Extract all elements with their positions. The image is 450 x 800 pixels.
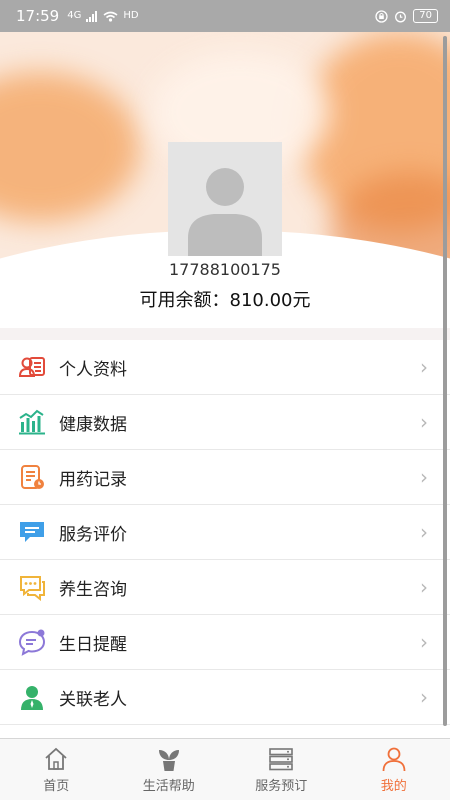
lock-rotation-icon (375, 9, 388, 23)
menu-item-personal-info[interactable]: 个人资料 › (0, 340, 450, 395)
menu-item-linked-elder[interactable]: 关联老人 › (0, 670, 450, 725)
available-balance: 可用余额：810.00元 (139, 290, 311, 311)
profile-header: 17788100175 可用余额：810.00元 (0, 32, 450, 328)
menu-item-medication-record[interactable]: 用药记录 › (0, 450, 450, 505)
signal-icon (86, 10, 98, 22)
default-avatar-icon (168, 142, 282, 256)
bottom-tab-bar: 首页 生活帮助 服务预订 我的 (0, 738, 450, 800)
menu-item-label: 个人资料 (59, 359, 127, 380)
home-icon (43, 746, 69, 772)
battery-level: 70 (413, 9, 438, 23)
profile-menu: 个人资料 › 健康数据 › 用药记录 › 服务评价 › 养生咨询 › 生日提醒 … (0, 340, 450, 725)
status-time: 17:59 (16, 7, 60, 25)
chevron-right-icon: › (420, 575, 428, 599)
alarm-icon (395, 11, 407, 22)
review-chat-icon (18, 518, 46, 546)
status-bar: 17:59 4G HD 70 (0, 0, 450, 32)
avatar[interactable] (168, 142, 282, 256)
birthday-bubble-icon (18, 628, 46, 656)
chevron-right-icon: › (420, 630, 428, 654)
tab-label: 生活帮助 (142, 778, 195, 794)
menu-item-wellness-consult[interactable]: 养生咨询 › (0, 560, 450, 615)
status-right: 70 (375, 9, 438, 23)
hd-indicator: HD (123, 10, 139, 21)
tab-service-booking[interactable]: 服务预订 (225, 739, 338, 800)
wifi-icon (103, 11, 118, 22)
status-left: 17:59 4G HD (16, 7, 139, 25)
section-divider (0, 328, 450, 340)
chevron-right-icon: › (420, 685, 428, 709)
medication-record-icon (18, 463, 46, 491)
chevron-right-icon: › (420, 355, 428, 379)
menu-item-birthday-reminder[interactable]: 生日提醒 › (0, 615, 450, 670)
elder-user-icon (18, 683, 46, 711)
tab-label: 首页 (43, 778, 70, 794)
menu-item-label: 服务评价 (59, 524, 127, 545)
tab-home[interactable]: 首页 (0, 739, 113, 800)
user-phone: 17788100175 (169, 260, 281, 279)
tab-label: 服务预订 (255, 778, 308, 794)
health-chart-icon (18, 408, 46, 436)
plant-icon (156, 746, 182, 772)
profile-card-icon (18, 353, 46, 381)
menu-item-label: 养生咨询 (59, 579, 127, 600)
menu-item-service-review[interactable]: 服务评价 › (0, 505, 450, 560)
network-type: 4G (67, 10, 82, 21)
chevron-right-icon: › (420, 465, 428, 489)
chevron-right-icon: › (420, 410, 428, 434)
tab-life-help[interactable]: 生活帮助 (113, 739, 226, 800)
menu-item-label: 用药记录 (59, 469, 127, 490)
menu-item-health-data[interactable]: 健康数据 › (0, 395, 450, 450)
tab-label: 我的 (380, 778, 407, 794)
user-icon (381, 746, 407, 772)
menu-item-label: 健康数据 (59, 414, 127, 435)
consult-chat-icon (18, 573, 46, 601)
server-list-icon (268, 746, 294, 772)
status-icons: 4G HD (67, 10, 139, 22)
scrollbar[interactable] (443, 36, 447, 726)
chevron-right-icon: › (420, 520, 428, 544)
menu-item-label: 关联老人 (59, 689, 127, 710)
menu-item-label: 生日提醒 (59, 634, 127, 655)
tab-mine[interactable]: 我的 (338, 739, 450, 800)
background-decoration (0, 72, 140, 222)
